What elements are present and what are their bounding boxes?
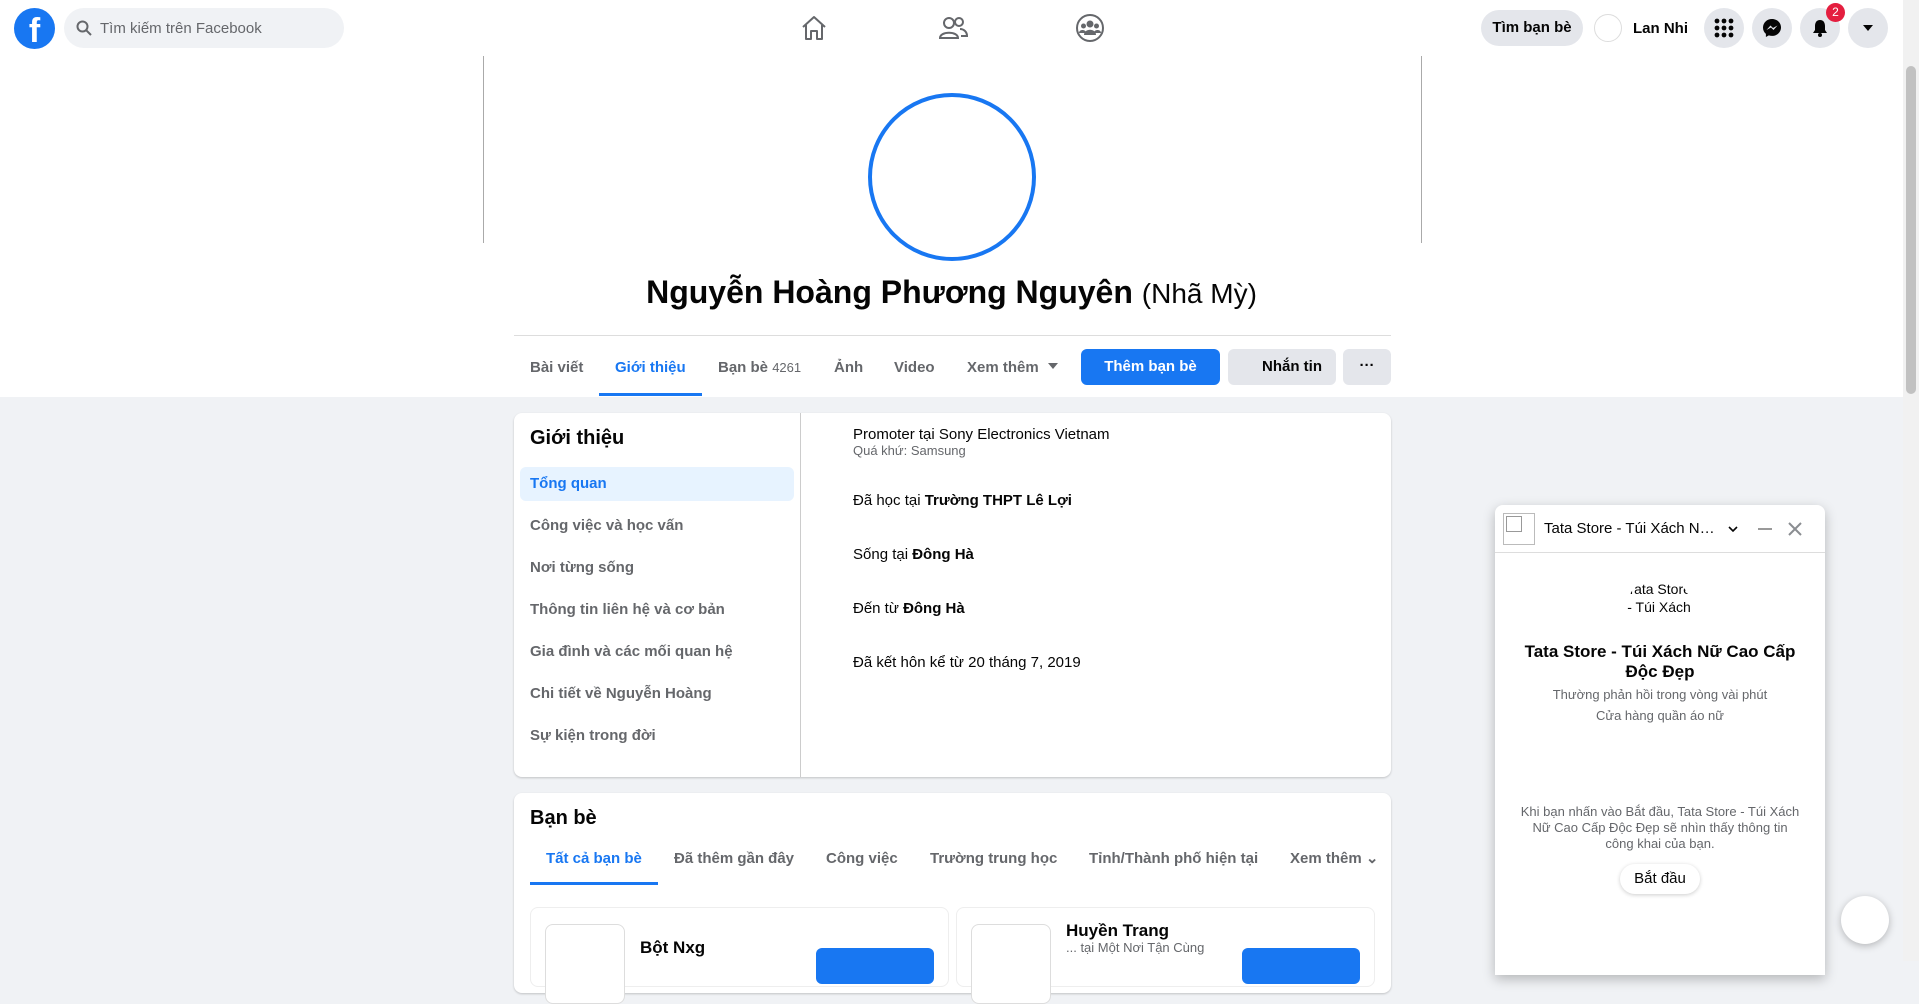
friends-icon[interactable] xyxy=(937,12,969,44)
about-nav-details[interactable]: Chi tiết về Nguyễn Hoàng xyxy=(520,677,794,711)
tab-all-friends[interactable]: Tất cả bạn bè xyxy=(530,833,658,885)
tab-friends-label: Bạn bè xyxy=(718,359,769,376)
about-education-prefix: Đã học tại xyxy=(853,492,925,509)
tab-posts[interactable]: Bài viết xyxy=(514,344,599,396)
profile-picture[interactable] xyxy=(868,93,1036,261)
user-name: Lan Nhi xyxy=(1633,19,1688,37)
home-icon[interactable] xyxy=(798,12,830,44)
cover-photo-edge xyxy=(483,56,484,243)
profile-name: Nguyễn Hoàng Phương Nguyên (Nhã Mỳ) xyxy=(0,274,1903,311)
profile-alternate-name: (Nhã Mỳ) xyxy=(1141,278,1257,309)
friend-count: 4261 xyxy=(772,360,802,375)
find-friends-button[interactable]: Tìm bạn bè xyxy=(1481,10,1583,46)
profile-main-name: Nguyễn Hoàng Phương Nguyên xyxy=(646,274,1133,310)
tab-videos[interactable]: Video xyxy=(878,344,951,396)
about-city-prefix: Sống tại xyxy=(853,546,913,563)
chat-title[interactable]: Tata Store - Túi Xách Nữ Cao Cấp Độc Đẹp xyxy=(1544,505,1724,553)
school-link[interactable]: Trường THPT Lê Lợi xyxy=(925,492,1072,509)
add-friend-button[interactable] xyxy=(816,948,934,984)
about-work: Promoter tại Sony Electronics Vietnam xyxy=(853,426,1110,443)
tab-about[interactable]: Giới thiệu xyxy=(599,344,702,396)
menu-button[interactable] xyxy=(1704,8,1744,48)
friend-photo[interactable] xyxy=(545,924,625,1004)
page-name: Tata Store - Túi Xách Nữ Cao Cấp Độc Đẹp xyxy=(1524,642,1796,681)
avatar xyxy=(1594,14,1622,42)
minimize-icon[interactable] xyxy=(1758,528,1772,530)
hometown-link[interactable]: Đông Hà xyxy=(903,600,965,617)
close-icon[interactable] xyxy=(1785,519,1805,539)
about-nav-life-events[interactable]: Sự kiện trong đời xyxy=(520,719,794,753)
more-options-button[interactable]: ··· xyxy=(1343,349,1391,385)
friends-tabs: Tất cả bạn bè Đã thêm gần đây Công việc … xyxy=(514,793,1376,893)
account-button[interactable] xyxy=(1848,8,1888,48)
bell-icon xyxy=(1813,20,1827,37)
groups-icon[interactable] xyxy=(1074,12,1106,44)
divider xyxy=(800,413,801,777)
current-city-link[interactable]: Đông Hà xyxy=(912,546,974,563)
response-time: Thường phản hồi trong vòng vài phút xyxy=(1552,687,1768,702)
about-nav-family[interactable]: Gia đình và các mối quan hệ xyxy=(520,635,794,669)
page-avatar: Tata Store - Túi Xách xyxy=(1627,576,1691,640)
message-button[interactable]: Nhắn tin xyxy=(1228,349,1336,385)
facebook-logo-icon[interactable]: f xyxy=(14,8,55,49)
notification-badge: 2 xyxy=(1826,3,1845,22)
add-friend-button[interactable] xyxy=(1242,948,1360,984)
tab-see-more[interactable]: Xem thêm xyxy=(951,344,1075,396)
about-current-city: Sống tại Đông Hà xyxy=(853,546,974,563)
tab-friends-see-more-label: Xem thêm xyxy=(1290,850,1362,867)
search-box[interactable] xyxy=(64,8,344,48)
about-nav-places[interactable]: Nơi từng sống xyxy=(520,551,794,585)
divider xyxy=(514,335,1391,336)
search-input[interactable] xyxy=(100,19,330,37)
about-nav-work-education[interactable]: Công việc và học vấn xyxy=(520,509,794,543)
chat-window: Tata Store - Túi Xách Nữ Cao Cấp Độc Đẹp… xyxy=(1495,505,1825,975)
scrollbar-thumb[interactable] xyxy=(1906,66,1916,394)
friends-card: Bạn bè Tất cả bạn bè Đã thêm gần đây Côn… xyxy=(514,793,1391,1004)
tab-high-school[interactable]: Trường trung học xyxy=(930,833,1057,885)
caret-down-icon xyxy=(1047,363,1058,369)
tab-photos[interactable]: Ảnh xyxy=(818,344,879,396)
tab-work[interactable]: Công việc xyxy=(826,833,898,885)
messenger-button[interactable] xyxy=(1752,8,1792,48)
about-education: Đã học tại Trường THPT Lê Lợi xyxy=(853,492,1072,509)
about-hometown: Đến từ Đông Hà xyxy=(853,600,965,617)
tab-see-more-label: Xem thêm xyxy=(967,359,1039,376)
new-message-button[interactable] xyxy=(1841,896,1889,944)
about-card: Giới thiệu Tổng quan Công việc và học vấ… xyxy=(514,413,1391,777)
search-icon xyxy=(76,20,92,36)
chevron-down-icon[interactable] xyxy=(1727,523,1739,535)
about-relationship: Đã kết hôn kể từ 20 tháng 7, 2019 xyxy=(853,654,1081,671)
friend-name[interactable]: Bột Nxg xyxy=(640,938,705,958)
tab-friends[interactable]: Bạn bè 4261 xyxy=(702,344,817,396)
friend-name[interactable]: Huyền Trang xyxy=(1066,921,1169,941)
friend-subtitle: ... tại Một Nơi Tận Cùng xyxy=(1066,940,1205,955)
privacy-notice: Khi bạn nhấn vào Bắt đầu, Tata Store - T… xyxy=(1520,804,1800,851)
page-category: Cửa hàng quần áo nữ xyxy=(1595,708,1724,723)
friend-item[interactable]: Bột Nxg xyxy=(530,907,949,1004)
menu-grid-icon xyxy=(1714,18,1734,38)
about-nav-overview[interactable]: Tổng quan xyxy=(520,467,794,501)
logo-letter: f xyxy=(28,12,41,49)
messenger-icon xyxy=(1763,19,1781,37)
about-work-past: Quá khứ: Samsung xyxy=(853,443,966,458)
caret-down-icon xyxy=(1863,25,1873,31)
get-started-button[interactable]: Bắt đầu xyxy=(1620,864,1700,894)
tab-friends-see-more[interactable]: Xem thêm ⌄ xyxy=(1290,833,1376,885)
user-profile-chip[interactable]: Lan Nhi xyxy=(1594,10,1688,46)
cover-photo-edge xyxy=(1421,56,1422,243)
friend-photo[interactable] xyxy=(971,924,1051,1004)
tab-recently-added[interactable]: Đã thêm gần đây xyxy=(674,833,794,885)
chat-avatar-small xyxy=(1503,513,1535,545)
tab-current-city[interactable]: Tỉnh/Thành phố hiện tại xyxy=(1089,833,1258,885)
add-friend-button[interactable]: Thêm bạn bè xyxy=(1081,349,1220,385)
friend-item[interactable]: Huyền Trang ... tại Một Nơi Tận Cùng xyxy=(956,907,1375,1004)
chevron-down-icon: ⌄ xyxy=(1365,850,1376,867)
about-nav-contact-basic[interactable]: Thông tin liên hệ và cơ bản xyxy=(520,593,794,627)
about-title: Giới thiệu xyxy=(530,427,625,449)
top-navigation-bar: f Tìm bạn bè Lan Nhi 2 xyxy=(0,0,1903,56)
about-hometown-prefix: Đến từ xyxy=(853,600,904,617)
chat-header[interactable]: Tata Store - Túi Xách Nữ Cao Cấp Độc Đẹp xyxy=(1495,505,1825,553)
